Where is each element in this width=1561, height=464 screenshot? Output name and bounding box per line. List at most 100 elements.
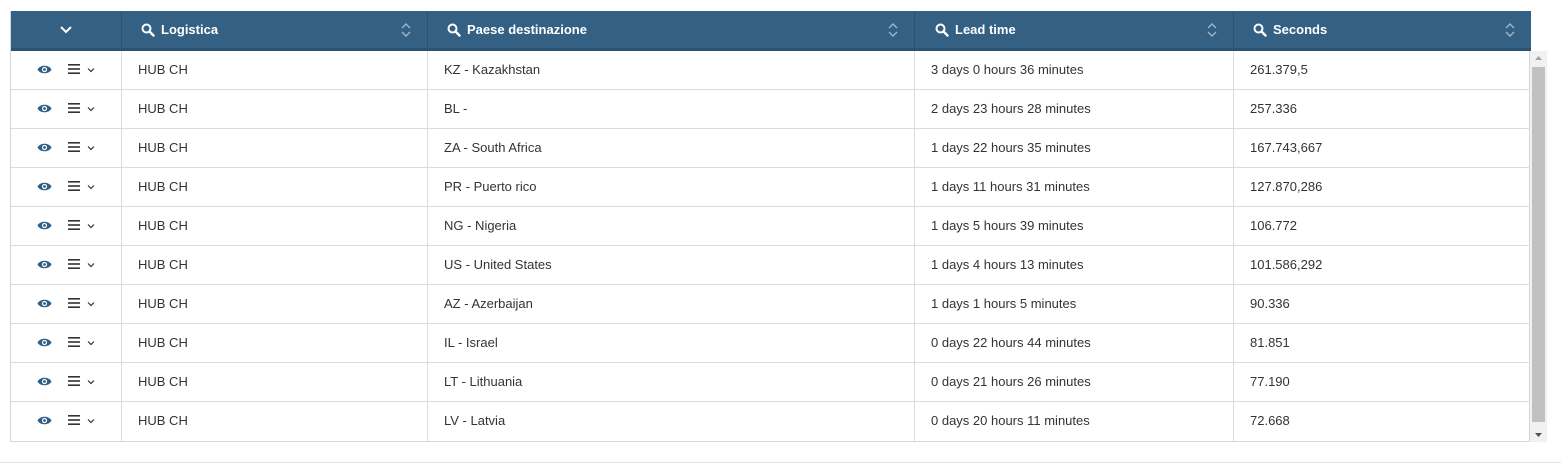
eye-icon[interactable] <box>37 337 52 348</box>
chevron-down-icon[interactable] <box>87 183 95 191</box>
cell-lead-time: 1 days 4 hours 13 minutes <box>931 257 1084 272</box>
cell-logistica: HUB CH <box>138 62 188 77</box>
cell-logistica: HUB CH <box>138 374 188 389</box>
header-separator <box>914 11 915 48</box>
cell-paese-destinazione: BL - <box>444 101 468 116</box>
vertical-scrollbar[interactable] <box>1530 51 1547 442</box>
cell-paese-destinazione: IL - Israel <box>444 335 498 350</box>
chevron-down-icon[interactable] <box>87 144 95 152</box>
chevron-down-icon[interactable] <box>87 66 95 74</box>
menu-icon[interactable] <box>68 180 80 192</box>
header-separator <box>1233 11 1234 48</box>
eye-icon[interactable] <box>37 181 52 192</box>
cell-logistica: HUB CH <box>138 335 188 350</box>
menu-icon[interactable] <box>68 297 80 309</box>
chevron-down-icon[interactable] <box>59 23 73 37</box>
menu-icon[interactable] <box>68 63 80 75</box>
scroll-up-arrow-icon[interactable] <box>1530 51 1547 66</box>
column-header-logistica[interactable]: Logistica <box>141 11 427 48</box>
cell-logistica: HUB CH <box>138 257 188 272</box>
cell-paese-destinazione: KZ - Kazakhstan <box>444 62 541 77</box>
cell-paese-destinazione: PR - Puerto rico <box>444 179 537 194</box>
search-icon[interactable] <box>935 23 949 37</box>
menu-icon[interactable] <box>68 102 80 114</box>
cell-lead-time: 3 days 0 hours 36 minutes <box>931 62 1084 77</box>
chevron-down-icon[interactable] <box>87 339 95 347</box>
cell-paese-destinazione: NG - Nigeria <box>444 218 517 233</box>
sort-icon[interactable] <box>1505 22 1515 38</box>
table-row[interactable]: HUB CH IL - Israel 0 days 22 hours 44 mi… <box>11 324 1530 363</box>
column-label-logistica: Logistica <box>161 22 219 37</box>
menu-icon[interactable] <box>68 219 80 231</box>
column-label-paese-destinazione: Paese destinazione <box>467 22 587 37</box>
chevron-down-icon[interactable] <box>87 105 95 113</box>
cell-logistica: HUB CH <box>138 140 188 155</box>
menu-icon[interactable] <box>68 414 80 426</box>
menu-icon[interactable] <box>68 375 80 387</box>
eye-icon[interactable] <box>37 103 52 114</box>
eye-icon[interactable] <box>37 376 52 387</box>
search-icon[interactable] <box>1253 23 1267 37</box>
cell-logistica: HUB CH <box>138 296 188 311</box>
table-row[interactable]: HUB CH NG - Nigeria 1 days 5 hours 39 mi… <box>11 207 1530 246</box>
data-grid: Logistica Paese destinazione Lead time S… <box>10 11 1531 442</box>
scroll-down-arrow-icon[interactable] <box>1530 427 1547 442</box>
header-separator <box>427 11 428 48</box>
cell-lead-time: 1 days 5 hours 39 minutes <box>931 218 1084 233</box>
cell-paese-destinazione: LV - Latvia <box>444 413 506 428</box>
sort-icon[interactable] <box>401 22 411 38</box>
table-row[interactable]: HUB CH KZ - Kazakhstan 3 days 0 hours 36… <box>11 51 1530 90</box>
table-row[interactable]: HUB CH BL - 2 days 23 hours 28 minutes 2… <box>11 90 1530 129</box>
chevron-down-icon[interactable] <box>87 261 95 269</box>
cell-seconds: 261.379,5 <box>1250 62 1308 77</box>
menu-icon[interactable] <box>68 336 80 348</box>
column-header-paese-destinazione[interactable]: Paese destinazione <box>447 11 914 48</box>
table-row[interactable]: HUB CH PR - Puerto rico 1 days 11 hours … <box>11 168 1530 207</box>
eye-icon[interactable] <box>37 64 52 75</box>
cell-seconds: 167.743,667 <box>1250 140 1323 155</box>
cell-seconds: 77.190 <box>1250 374 1290 389</box>
eye-icon[interactable] <box>37 298 52 309</box>
table-row[interactable]: HUB CH AZ - Azerbaijan 1 days 1 hours 5 … <box>11 285 1530 324</box>
column-header-lead-time[interactable]: Lead time <box>935 11 1233 48</box>
search-icon[interactable] <box>141 23 155 37</box>
cell-seconds: 257.336 <box>1250 101 1297 116</box>
sort-icon[interactable] <box>1207 22 1217 38</box>
cell-lead-time: 0 days 20 hours 11 minutes <box>931 413 1090 428</box>
chevron-down-icon[interactable] <box>87 300 95 308</box>
menu-icon[interactable] <box>68 258 80 270</box>
table-row[interactable]: HUB CH US - United States 1 days 4 hours… <box>11 246 1530 285</box>
eye-icon[interactable] <box>37 142 52 153</box>
menu-icon[interactable] <box>68 141 80 153</box>
column-label-lead-time: Lead time <box>955 22 1016 37</box>
grid-body: HUB CH KZ - Kazakhstan 3 days 0 hours 36… <box>11 51 1531 441</box>
table-row[interactable]: HUB CH LT - Lithuania 0 days 21 hours 26… <box>11 363 1530 402</box>
header-separator <box>121 11 122 48</box>
cell-paese-destinazione: ZA - South Africa <box>444 140 542 155</box>
chevron-down-icon[interactable] <box>87 222 95 230</box>
cell-lead-time: 1 days 1 hours 5 minutes <box>931 296 1077 311</box>
chevron-down-icon[interactable] <box>87 417 95 425</box>
cell-logistica: HUB CH <box>138 101 188 116</box>
eye-icon[interactable] <box>37 220 52 231</box>
cell-seconds: 72.668 <box>1250 413 1290 428</box>
eye-icon[interactable] <box>37 259 52 270</box>
column-label-seconds: Seconds <box>1273 22 1328 37</box>
cell-seconds: 81.851 <box>1250 335 1290 350</box>
sort-icon[interactable] <box>888 22 898 38</box>
cell-lead-time: 0 days 21 hours 26 minutes <box>931 374 1091 389</box>
table-row[interactable]: HUB CH LV - Latvia 0 days 20 hours 11 mi… <box>11 402 1530 441</box>
search-icon[interactable] <box>447 23 461 37</box>
eye-icon[interactable] <box>37 415 52 426</box>
cell-lead-time: 1 days 11 hours 31 minutes <box>931 179 1090 194</box>
cell-seconds: 101.586,292 <box>1250 257 1323 272</box>
cell-logistica: HUB CH <box>138 179 188 194</box>
column-header-seconds[interactable]: Seconds <box>1253 11 1531 48</box>
table-row[interactable]: HUB CH ZA - South Africa 1 days 22 hours… <box>11 129 1530 168</box>
cell-lead-time: 0 days 22 hours 44 minutes <box>931 335 1091 350</box>
chevron-down-icon[interactable] <box>87 378 95 386</box>
cell-paese-destinazione: LT - Lithuania <box>444 374 523 389</box>
cell-paese-destinazione: AZ - Azerbaijan <box>444 296 533 311</box>
scrollbar-thumb[interactable] <box>1532 67 1545 422</box>
cell-logistica: HUB CH <box>138 413 188 428</box>
